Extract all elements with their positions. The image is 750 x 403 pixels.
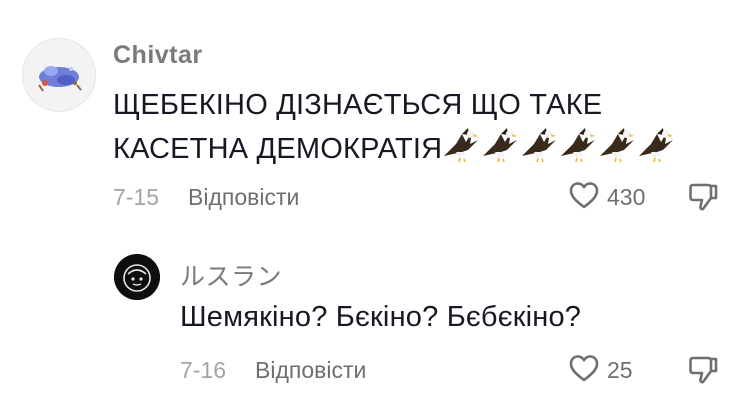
comment-username[interactable]: Chivtar [113, 41, 203, 70]
comment-text: ЩЕБЕКІНО ДІЗНАЄТЬСЯ ЩО ТАКЕ КАСЕТНА ДЕМО… [113, 84, 713, 176]
comment-text-line: ЩЕБЕКІНО ДІЗНАЄТЬСЯ ЩО ТАКЕ [113, 89, 603, 121]
comment-text-line: КАСЕТНА ДЕМОКРАТІЯ [113, 126, 713, 176]
heart-outline-icon[interactable] [568, 353, 600, 383]
comment-date: 7-16 [180, 357, 227, 383]
reply-button[interactable]: Відповісти [255, 357, 366, 384]
thumbs-down-outline-icon[interactable] [688, 354, 718, 386]
comment-text-line-2: КАСЕТНА ДЕМОКРАТІЯ [113, 133, 443, 165]
comment-text: Шемякіно? Бєкіно? Бєбєкіно? [180, 301, 582, 333]
avatar[interactable] [22, 38, 96, 112]
thumbs-down-outline-icon[interactable] [688, 181, 718, 213]
eagle-emoji-row [442, 126, 676, 176]
avatar-image [114, 254, 160, 300]
avatar[interactable] [114, 254, 160, 300]
avatar-image [38, 66, 82, 92]
eagle-emoji [561, 128, 596, 163]
eagle-emoji [483, 128, 518, 163]
heart-outline-icon[interactable] [568, 180, 600, 210]
reply-button[interactable]: Відповісти [188, 184, 299, 211]
like-count: 25 [607, 357, 633, 383]
eagle-emoji [600, 128, 635, 163]
comment-date: 7-15 [113, 184, 160, 210]
eagle-emoji [444, 128, 479, 163]
eagle-emoji [522, 128, 557, 163]
comment-username[interactable]: ルスラン [180, 257, 282, 293]
like-count: 430 [607, 184, 646, 210]
eagle-emoji [639, 128, 674, 163]
